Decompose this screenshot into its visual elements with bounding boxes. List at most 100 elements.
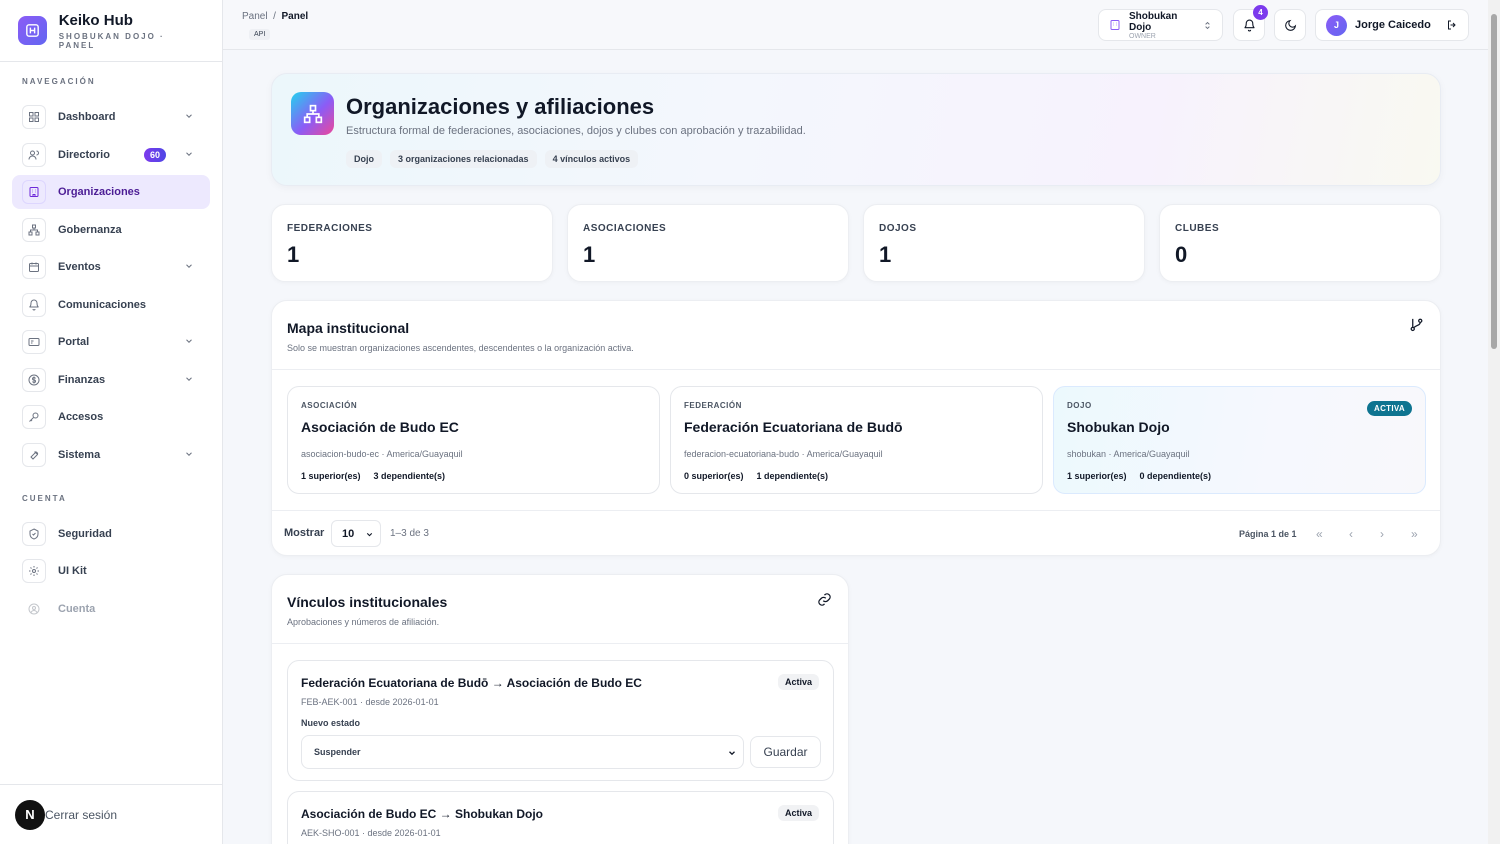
page-title: Organizaciones y afiliaciones <box>346 94 655 119</box>
chip-active-links: 4 vínculos activos <box>544 150 639 168</box>
account-nav: Seguridad UI Kit Cuenta <box>0 517 222 626</box>
org-superiors: 0 superior(es) <box>684 471 744 481</box>
theme-toggle-button[interactable] <box>1274 9 1306 41</box>
status-badge: Activa <box>777 674 819 690</box>
org-name: Asociación de Budo EC <box>301 419 459 435</box>
new-state-select[interactable]: Suspender <box>301 735 744 769</box>
page-size-value: 10 <box>342 527 355 540</box>
organization-tree-icon <box>291 92 334 135</box>
chevron-down-icon <box>186 264 192 268</box>
wrench-icon <box>22 442 46 467</box>
sidebar-item-label: Seguridad <box>58 527 112 540</box>
sidebar-item-label: Organizaciones <box>58 186 140 198</box>
link-card: Asociación de Budo EC → Shobukan Dojo AE… <box>287 791 834 844</box>
sidebar-item-sistema[interactable]: Sistema <box>12 438 210 472</box>
breadcrumb-current: Panel <box>281 11 309 22</box>
stat-value: 1 <box>583 242 596 267</box>
last-page-button[interactable]: » <box>1411 527 1418 541</box>
keiko-logo-icon <box>18 16 47 45</box>
sidebar-item-dashboard[interactable]: Dashboard <box>12 100 210 134</box>
link-icon[interactable] <box>817 592 832 607</box>
sidebar-item-seguridad[interactable]: Seguridad <box>12 517 210 551</box>
logout-button[interactable]: Cerrar sesión <box>45 808 117 822</box>
org-dependents: 3 dependiente(s) <box>373 471 446 481</box>
chevron-down-icon <box>366 532 373 537</box>
org-type: ASOCIACIÓN <box>301 401 358 410</box>
org-type: DOJO <box>1067 401 1092 410</box>
org-switcher[interactable]: Shobukan Dojo OWNER <box>1098 9 1223 41</box>
org-dependents: 1 dependiente(s) <box>756 471 829 481</box>
directorio-count-badge: 60 <box>143 147 166 162</box>
logout-icon[interactable] <box>1446 19 1458 31</box>
org-switcher-name: Shobukan Dojo <box>1129 10 1178 33</box>
card-icon <box>22 330 46 354</box>
bell-icon <box>22 292 46 317</box>
next-page-button[interactable]: › <box>1380 527 1384 541</box>
sidebar-item-eventos[interactable]: Eventos <box>12 250 210 284</box>
sidebar-item-label: Finanzas <box>58 373 106 386</box>
chip-org-type: Dojo <box>346 150 382 168</box>
institutional-links-panel: Vínculos institucionales Aprobaciones y … <box>271 574 849 844</box>
org-relations: 1 superior(es) 0 dependiente(s) <box>1067 471 1211 481</box>
calendar-icon <box>22 255 46 279</box>
sidebar-item-label: Eventos <box>58 261 101 273</box>
sidebar-item-directorio[interactable]: Directorio 60 <box>12 138 210 172</box>
notifications-button[interactable]: 4 <box>1233 5 1268 41</box>
stat-value: 1 <box>879 242 892 267</box>
org-meta: shobukan · America/Guayaquil <box>1067 449 1190 459</box>
notification-count-badge: 4 <box>1253 5 1268 20</box>
page-scrollbar[interactable] <box>1488 0 1500 844</box>
user-menu[interactable]: J Jorge Caicedo <box>1315 9 1469 41</box>
chevron-down-icon <box>186 151 192 156</box>
sidebar-item-comunicaciones[interactable]: Comunicaciones <box>12 288 210 322</box>
sidebar-item-label: Dashboard <box>58 111 116 123</box>
org-meta: federacion-ecuatoriana-budo · America/Gu… <box>684 449 883 459</box>
sidebar-item-label: Cuenta <box>58 602 96 615</box>
building-icon <box>1110 20 1120 30</box>
gear-icon <box>22 559 46 583</box>
bell-icon <box>1243 19 1255 31</box>
network-icon <box>22 217 46 242</box>
stat-value: 0 <box>1175 242 1188 267</box>
n-badge-icon[interactable]: N <box>15 799 45 830</box>
sidebar-item-label: Comunicaciones <box>58 298 147 311</box>
institutional-map-panel: Mapa institucional Solo se muestran orga… <box>271 300 1441 556</box>
org-dependents: 0 dependiente(s) <box>1139 471 1212 481</box>
prev-page-button[interactable]: ‹ <box>1349 527 1353 541</box>
org-card[interactable]: FEDERACIÓN Federación Ecuatoriana de Bud… <box>670 386 1043 494</box>
dollar-icon <box>22 367 46 392</box>
stat-value: 1 <box>287 242 300 267</box>
page-description: Estructura formal de federaciones, asoci… <box>346 125 806 137</box>
page-range: 1–3 de 3 <box>390 528 429 539</box>
first-page-button[interactable]: « <box>1316 527 1323 541</box>
active-badge: ACTIVA <box>1367 401 1412 416</box>
moon-icon <box>1284 19 1296 31</box>
save-button[interactable]: Guardar <box>750 736 821 768</box>
sidebar-item-ui-kit[interactable]: UI Kit <box>12 554 210 588</box>
sidebar-item-label: Gobernanza <box>58 223 122 236</box>
avatar: J <box>1326 14 1347 36</box>
branch-icon[interactable] <box>1409 317 1424 332</box>
user-name: Jorge Caicedo <box>1355 19 1431 31</box>
pagination: Mostrar 10 1–3 de 3 Página 1 de 1 « ‹ › … <box>272 510 1440 556</box>
sidebar-item-gobernanza[interactable]: Gobernanza <box>12 213 210 247</box>
breadcrumb-root[interactable]: Panel <box>242 11 268 22</box>
sidebar-item-organizaciones[interactable]: Organizaciones <box>12 175 210 209</box>
scrollbar-thumb[interactable] <box>1491 14 1497 349</box>
sidebar-item-accesos[interactable]: Accesos <box>12 400 210 434</box>
stat-label: CLUBES <box>1175 223 1220 234</box>
logout-area[interactable]: N Cerrar sesión <box>0 784 222 844</box>
brand[interactable]: Keiko Hub SHOBUKAN DOJO · PANEL <box>0 0 222 62</box>
org-card[interactable]: ASOCIACIÓN Asociación de Budo EC asociac… <box>287 386 660 494</box>
grid-icon <box>22 105 46 129</box>
org-relations: 1 superior(es) 3 dependiente(s) <box>301 471 445 481</box>
org-type: FEDERACIÓN <box>684 401 742 410</box>
page-hero: Organizaciones y afiliaciones Estructura… <box>271 73 1441 186</box>
users-icon <box>22 142 46 167</box>
page-size-select[interactable]: 10 <box>331 520 381 547</box>
sidebar-item-cuenta[interactable]: Cuenta <box>12 592 210 626</box>
org-card-active[interactable]: DOJO ACTIVA Shobukan Dojo shobukan · Ame… <box>1053 386 1426 494</box>
sidebar-item-finanzas[interactable]: Finanzas <box>12 363 210 397</box>
shield-icon <box>22 521 46 546</box>
sidebar-item-portal[interactable]: Portal <box>12 325 210 359</box>
